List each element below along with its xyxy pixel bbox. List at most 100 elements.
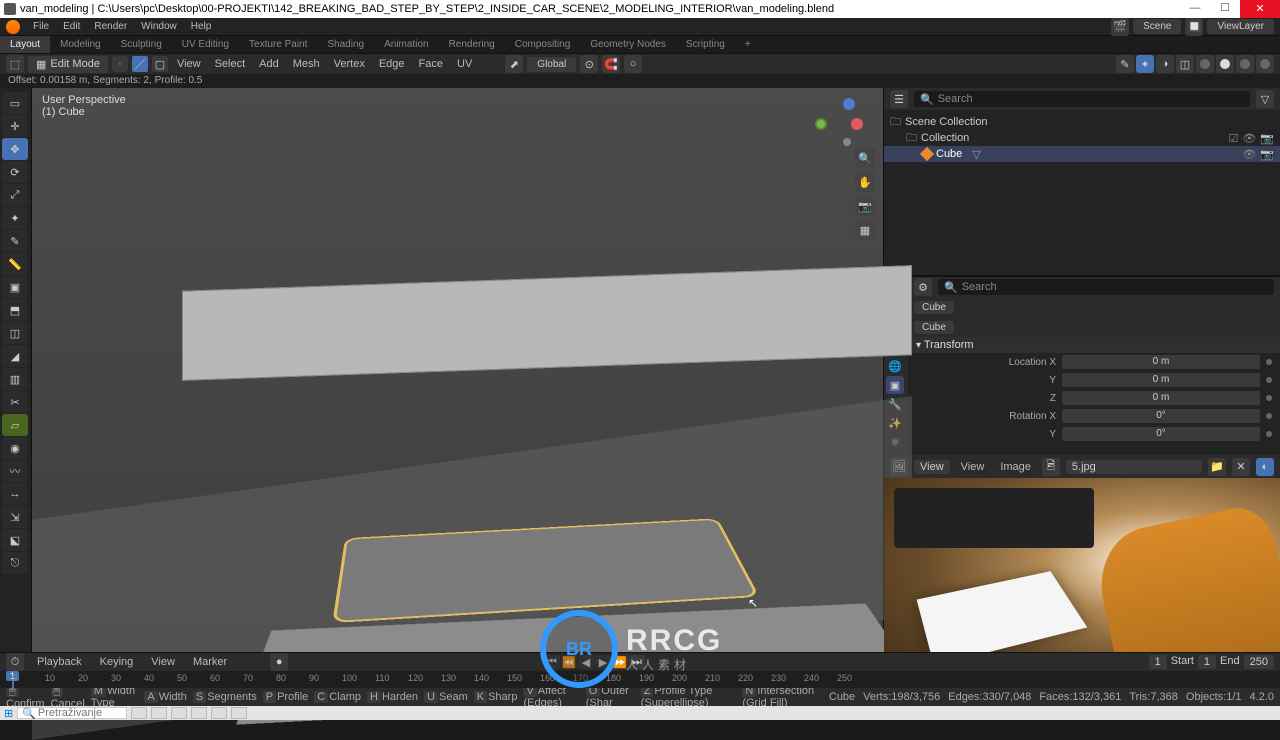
ptab-world[interactable]: 🌐: [886, 357, 904, 375]
tab-sculpting[interactable]: Sculpting: [111, 36, 172, 53]
wireframe-shading-icon[interactable]: [1196, 55, 1214, 73]
tab-layout[interactable]: Layout: [0, 36, 50, 53]
task-app-icon[interactable]: [171, 707, 187, 719]
taskbar-search[interactable]: 🔍 Pretraživanje: [17, 707, 127, 719]
lock-icon[interactable]: [1266, 431, 1272, 437]
task-app-icon[interactable]: [191, 707, 207, 719]
tab-compositing[interactable]: Compositing: [505, 36, 581, 53]
image-browse-icon[interactable]: 📁: [1208, 458, 1226, 476]
tab-add[interactable]: +: [735, 36, 761, 53]
start-frame[interactable]: 1: [1198, 655, 1216, 669]
hmenu-face[interactable]: Face: [414, 58, 448, 70]
hmenu-edge[interactable]: Edge: [374, 58, 410, 70]
hmenu-select[interactable]: Select: [210, 58, 251, 70]
start-icon[interactable]: ⊞: [4, 707, 13, 720]
tool-transform[interactable]: ✦: [2, 207, 28, 229]
menu-render[interactable]: Render: [87, 21, 134, 32]
checkbox-icon[interactable]: ☑: [1228, 132, 1238, 145]
hmenu-mesh[interactable]: Mesh: [288, 58, 325, 70]
tool-knife[interactable]: ✂: [2, 391, 28, 413]
task-app-icon[interactable]: [211, 707, 227, 719]
viewlayer-icon[interactable]: 🔲: [1185, 18, 1203, 36]
loc-z-field[interactable]: 0 m: [1062, 391, 1260, 405]
tab-geonodes[interactable]: Geometry Nodes: [580, 36, 676, 53]
prop-crumb-obj[interactable]: Cube: [914, 301, 954, 314]
tool-shear[interactable]: ⬕: [2, 529, 28, 551]
lock-icon[interactable]: [1266, 359, 1272, 365]
prop-section-transform[interactable]: ▾ Transform: [908, 337, 1280, 353]
window-maximize[interactable]: ☐: [1210, 0, 1240, 18]
tool-rip[interactable]: ⎋: [2, 552, 28, 574]
tl-view[interactable]: View: [146, 656, 180, 668]
timeline-type-icon[interactable]: ⏱: [6, 653, 24, 671]
task-app-icon[interactable]: [131, 707, 147, 719]
tab-modeling[interactable]: Modeling: [50, 36, 111, 53]
viewlayer-dropdown[interactable]: ViewLayer: [1207, 19, 1274, 34]
rot-y-field[interactable]: 0°: [1062, 427, 1260, 441]
image-menu-view[interactable]: View: [956, 461, 990, 473]
image-menu-image[interactable]: Image: [995, 461, 1036, 473]
window-minimize[interactable]: —: [1180, 0, 1210, 18]
image-view-dd[interactable]: View: [914, 460, 950, 474]
image-display-icon[interactable]: ◐: [1256, 458, 1274, 476]
tool-cursor[interactable]: ✛: [2, 115, 28, 137]
edge-select-icon[interactable]: ／: [132, 56, 148, 72]
tab-scripting[interactable]: Scripting: [676, 36, 735, 53]
overlay-icon[interactable]: ◑: [1156, 55, 1174, 73]
hmenu-vertex[interactable]: Vertex: [329, 58, 370, 70]
loc-y-field[interactable]: 0 m: [1062, 373, 1260, 387]
outliner-scene-collection[interactable]: 🗀 Scene Collection: [884, 114, 1280, 130]
ptab-object[interactable]: ▣: [886, 376, 904, 394]
pivot-icon[interactable]: ⊙: [580, 55, 598, 73]
tool-annotate[interactable]: ✎: [2, 230, 28, 252]
hmenu-add[interactable]: Add: [254, 58, 284, 70]
menu-file[interactable]: File: [26, 21, 56, 32]
tool-move[interactable]: ✥: [2, 138, 28, 160]
eye-icon[interactable]: 👁: [1242, 132, 1256, 145]
outliner-cube[interactable]: Cube ▽ 👁📷: [884, 146, 1280, 162]
image-name-field[interactable]: 5.jpg: [1066, 460, 1202, 474]
mesh-vis-icon[interactable]: ✎: [1116, 55, 1134, 73]
loc-x-field[interactable]: 0 m: [1062, 355, 1260, 369]
scene-icon[interactable]: 🎬: [1111, 18, 1129, 36]
task-app-icon[interactable]: [231, 707, 247, 719]
outliner-search[interactable]: 🔍 Search: [914, 91, 1250, 107]
tool-polybuild[interactable]: ▱: [2, 414, 28, 436]
properties-type-icon[interactable]: ⚙: [914, 278, 932, 296]
tool-select-box[interactable]: ▭: [2, 92, 28, 114]
gizmo-toggle-icon[interactable]: ✦: [1136, 55, 1154, 73]
tab-texturepaint[interactable]: Texture Paint: [239, 36, 317, 53]
tool-edgeslide[interactable]: ↔: [2, 483, 28, 505]
tool-bevel[interactable]: ◢: [2, 345, 28, 367]
tool-loopcut[interactable]: ▥: [2, 368, 28, 390]
tab-rendering[interactable]: Rendering: [439, 36, 505, 53]
menu-help[interactable]: Help: [184, 21, 219, 32]
tool-smooth[interactable]: 〰: [2, 460, 28, 482]
outliner-collection[interactable]: 🗀 Collection ☑👁📷: [884, 130, 1280, 146]
tab-shading[interactable]: Shading: [317, 36, 374, 53]
autokey-icon[interactable]: ●: [270, 653, 288, 671]
tool-shrink[interactable]: ⇲: [2, 506, 28, 528]
tool-spin[interactable]: ◉: [2, 437, 28, 459]
hmenu-view[interactable]: View: [172, 58, 206, 70]
matprev-shading-icon[interactable]: [1236, 55, 1254, 73]
window-close[interactable]: ✕: [1240, 0, 1280, 18]
linked-image-icon[interactable]: 🖻: [1042, 458, 1060, 476]
tool-add-cube[interactable]: ▣: [2, 276, 28, 298]
image-unlink-icon[interactable]: ✕: [1232, 458, 1250, 476]
properties-search[interactable]: 🔍 Search: [938, 279, 1274, 295]
tool-inset[interactable]: ◫: [2, 322, 28, 344]
camera-small-icon[interactable]: 📷: [1260, 148, 1274, 161]
snap-icon[interactable]: 🧲: [602, 55, 620, 73]
propedit-icon[interactable]: ○: [624, 55, 642, 73]
camera-small-icon[interactable]: 📷: [1260, 132, 1274, 145]
outliner-type-icon[interactable]: ☰: [890, 90, 908, 108]
hmenu-uv[interactable]: UV: [452, 58, 477, 70]
tl-playback[interactable]: Playback: [32, 656, 87, 668]
current-frame[interactable]: 1: [1149, 655, 1167, 669]
eye-icon[interactable]: 👁: [1242, 148, 1256, 161]
3d-viewport[interactable]: User Perspective (1) Cube 🔍 ✋ 📷 ▦ ↖: [32, 88, 884, 688]
lock-icon[interactable]: [1266, 395, 1272, 401]
end-frame[interactable]: 250: [1244, 655, 1274, 669]
outliner-filter-icon[interactable]: ▽: [1256, 90, 1274, 108]
